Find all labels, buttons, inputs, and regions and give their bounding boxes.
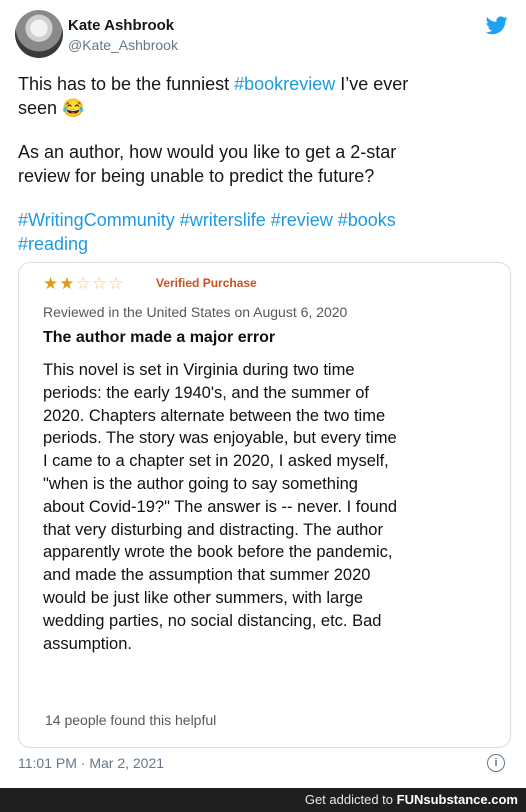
review-date: Reviewed in the United States on August … [43,304,348,320]
watermark-footer: Get addicted to FUNsubstance.com [0,788,526,812]
review-body-line: wedding parties, no social distancing, e… [43,611,382,630]
tweet-hashtags: #WritingCommunity #writerslife #review #… [18,208,513,256]
review-body-line: "when is the author going to say somethi… [43,474,358,493]
footer-text: Get addicted to FUNsubstance.com [305,792,518,807]
star-filled-icon: ★ [43,274,59,293]
star-empty-icon: ☆ [91,274,107,293]
hashtags-line1[interactable]: #WritingCommunity #writerslife #review #… [18,210,396,230]
info-icon[interactable]: i [487,754,505,772]
avatar[interactable] [15,10,63,58]
review-body-line: assumption. [43,634,132,653]
review-body-line: 2020. Chapters alternate between the two… [43,406,386,425]
star-rating: ★ ★ ☆ ☆ ☆ [43,275,123,293]
author-name[interactable]: Kate Ashbrook [68,17,174,34]
review-body-line: periods. The story was enjoyable, but ev… [43,429,397,448]
review-body-line: This novel is set in Virginia during two… [43,361,355,379]
footer-brand[interactable]: FUNsubstance.com [397,792,518,807]
tweet-text-span: seen 😂 [18,98,85,118]
tweet-text-span: review for being unable to predict the f… [18,166,375,186]
hashtag-bookreview[interactable]: #bookreview [234,74,335,94]
tweet-timestamp[interactable]: 11:01 PM · Mar 2, 2021 [18,755,164,771]
star-filled-icon: ★ [59,274,75,293]
tweet-text-para2: As an author, how would you like to get … [18,140,513,188]
helpful-count: 14 people found this helpful [45,712,217,728]
review-body-line: periods: the early 1940's, and the summe… [43,383,369,402]
tweet-text-span: As an author, how would you like to get … [18,142,397,162]
review-body-line: apparently wrote the book before the pan… [43,543,393,562]
hashtags-line2[interactable]: #reading [18,234,88,254]
tweet-text-span: This has to be the funniest [18,74,235,94]
review-title: The author made a major error [43,329,276,346]
footer-prefix: Get addicted to [304,792,397,807]
tweet-text-span: I’ve ever [335,74,409,94]
star-empty-icon: ☆ [108,274,124,293]
tweet-text-line1: This has to be the funniest #bookreview … [18,72,513,120]
twitter-bird-icon[interactable] [484,14,510,36]
review-body-line: and made the assumption that summer 2020 [43,566,371,585]
review-screenshot-card[interactable]: ★ ★ ☆ ☆ ☆ Verified Purchase Reviewed in the … [18,262,511,748]
review-body-line: about Covid-19?" The answer is -- never.… [43,497,398,516]
review-body-line: that very disturbing and distracting. Th… [43,520,383,539]
author-handle[interactable]: @Kate_Ashbrook [68,37,178,53]
review-body-line: I came to a chapter set in 2020, I asked… [43,452,389,471]
star-empty-icon: ☆ [75,274,91,293]
tweet-card: Kate Ashbrook @Kate_Ashbrook This has to… [0,0,526,788]
verified-purchase-badge: Verified Purchase [156,276,257,290]
review-body: This novel is set in Virginia during two… [43,359,503,655]
review-body-line: would be just like other summers, with l… [43,588,364,607]
